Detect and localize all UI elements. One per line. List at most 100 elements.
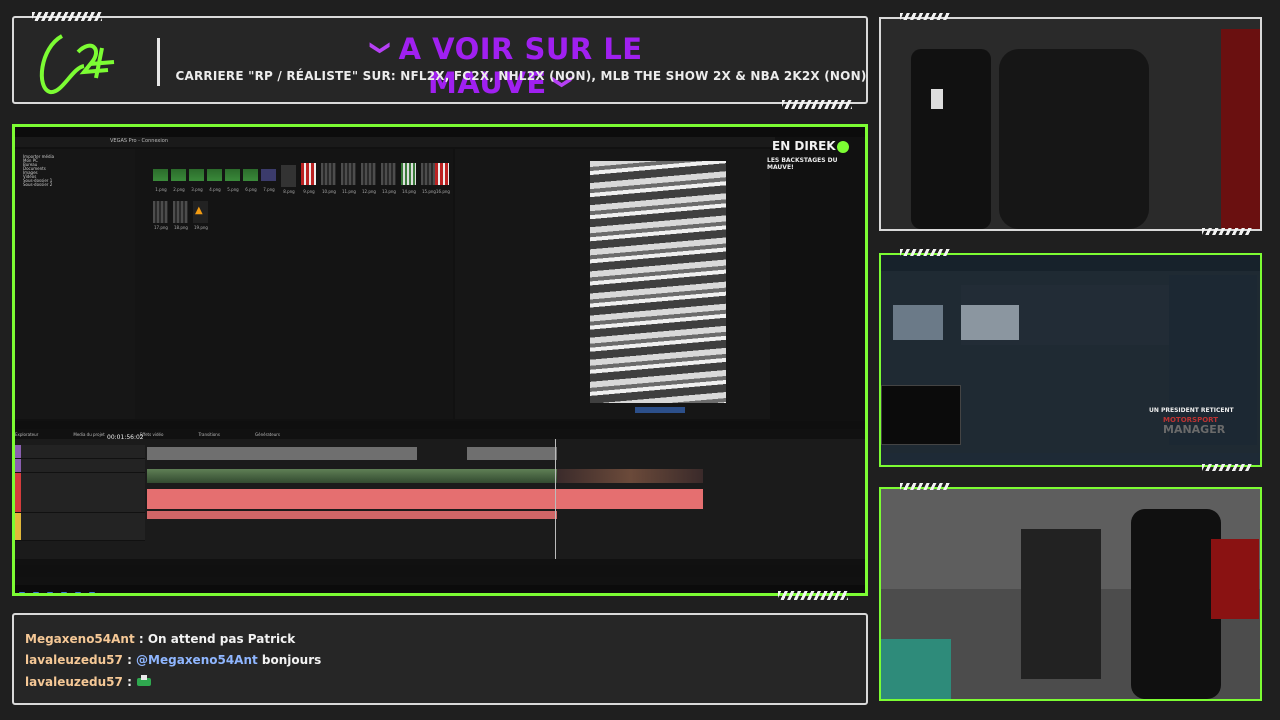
media-thumbnail[interactable] <box>261 169 276 181</box>
media-thumbnail[interactable] <box>381 163 396 185</box>
channel-logo <box>40 34 115 94</box>
stripes-decoration <box>1202 228 1252 235</box>
media-label: 16.png <box>436 189 450 194</box>
stripes-decoration <box>900 483 950 490</box>
media-thumbnail[interactable]: ▲ <box>193 201 208 223</box>
chat-username: lavaleuzedu57 <box>25 675 123 689</box>
tab-generators[interactable]: Générateurs <box>255 432 280 437</box>
media-thumbnail[interactable] <box>281 165 296 187</box>
chat-username: lavaleuzedu57 <box>25 653 123 667</box>
media-label: 19.png <box>194 225 208 230</box>
tab-project-media[interactable]: Media du projet <box>73 432 104 437</box>
video-clip[interactable] <box>557 469 703 483</box>
game-topbar <box>881 255 1260 271</box>
explorer-panel[interactable]: Importer média Mon PC Bureau Documents I… <box>15 149 135 419</box>
preview-controls[interactable] <box>635 407 685 413</box>
building-thumbnail <box>961 305 1019 340</box>
panel-tabs: Explorateur Media du projet Effets vidéo… <box>15 421 865 437</box>
taskbar-icon[interactable] <box>89 592 95 593</box>
media-label: 17.png <box>154 225 168 230</box>
media-thumbnail[interactable] <box>171 169 186 181</box>
audio-clip[interactable] <box>147 511 557 519</box>
taskbar-icon[interactable] <box>19 592 25 593</box>
track-header[interactable] <box>15 459 145 473</box>
webcam-chair <box>879 17 1262 231</box>
project-media-pool[interactable]: ▲ 1.png 2.png 3.png 4.png 5.png 6.png 7.… <box>135 149 453 419</box>
media-thumbnail[interactable] <box>225 169 240 181</box>
taskbar-icon[interactable] <box>47 592 53 593</box>
stripes-decoration <box>782 100 852 109</box>
media-thumbnail[interactable] <box>173 201 188 223</box>
track-header[interactable] <box>15 473 145 513</box>
chat-separator: : <box>122 653 137 667</box>
timeline-timecode: 00:01:56:02 <box>107 434 144 441</box>
live-subtitle: LES BACKSTAGES DU MAUVE! <box>767 157 838 171</box>
chat-separator: : <box>134 632 148 646</box>
media-label: 4.png <box>209 187 221 192</box>
timeline[interactable] <box>15 439 865 559</box>
stripes-decoration <box>900 13 950 20</box>
media-thumbnail[interactable] <box>301 163 316 185</box>
media-thumbnail[interactable] <box>361 163 376 185</box>
stream-title: ❯ A VOIR SUR LE MAUVE ❯ <box>344 32 664 100</box>
chair-shape <box>911 49 991 229</box>
tab-transitions[interactable]: Transitions <box>199 432 220 437</box>
media-thumbnail[interactable] <box>153 169 168 181</box>
taskbar-icon[interactable] <box>61 592 67 593</box>
media-thumbnail[interactable] <box>153 201 168 223</box>
media-thumbnail[interactable] <box>321 163 336 185</box>
game-caption: UN PRESIDENT RETICENT <box>1149 407 1234 414</box>
chat-message: Megaxeno54Ant : On attend pas Patrick <box>25 632 295 646</box>
live-badge: EN DIREK <box>772 139 836 153</box>
media-thumbnail[interactable] <box>189 169 204 181</box>
media-label: 8.png <box>283 189 295 194</box>
media-thumbnail[interactable] <box>341 163 356 185</box>
transport-controls[interactable] <box>15 565 865 577</box>
media-label: 18.png <box>174 225 188 230</box>
track-header[interactable] <box>15 445 145 459</box>
game-brand: MOTORSPORT MANAGER <box>1163 415 1225 435</box>
gaming-chair <box>1131 509 1221 699</box>
media-thumbnail[interactable] <box>435 163 449 185</box>
taskbar-icon[interactable] <box>33 592 39 593</box>
jersey-shape <box>1211 539 1259 619</box>
stream-header: ❯ A VOIR SUR LE MAUVE ❯ CARRIERE "RP / RÉA… <box>12 16 868 104</box>
media-label: 1.png <box>155 187 167 192</box>
track-header[interactable] <box>15 513 145 541</box>
game-capture: UN PRESIDENT RETICENT MOTORSPORT MANAGER <box>879 253 1262 467</box>
media-thumbnail[interactable] <box>421 163 436 185</box>
media-thumbnail[interactable] <box>243 169 258 181</box>
tree-item[interactable]: Sous-dossier 2 <box>15 183 135 187</box>
live-indicator-icon <box>837 141 849 153</box>
chair-detail <box>931 89 943 109</box>
video-clip[interactable] <box>147 447 417 460</box>
video-clip[interactable] <box>467 447 557 460</box>
playhead[interactable] <box>555 439 556 559</box>
media-label: 5.png <box>227 187 239 192</box>
screen-capture: Fichier Edition Affichage Insérer Outils… <box>12 124 868 596</box>
media-label: 12.png <box>362 189 376 194</box>
media-label: 11.png <box>342 189 356 194</box>
video-clip[interactable] <box>147 469 557 483</box>
logo-divider <box>157 38 160 86</box>
chat-message: lavaleuzedu57 : @Megaxeno54Ant bonjours <box>25 653 321 667</box>
stripes-decoration <box>900 249 950 256</box>
desk-shape <box>1021 529 1101 679</box>
blanket-shape <box>881 639 951 699</box>
jersey-shape <box>1221 29 1260 229</box>
media-label: 9.png <box>303 189 315 194</box>
chat-mention: @Megaxeno54Ant <box>136 653 258 667</box>
game-brand-line: MANAGER <box>1163 423 1226 436</box>
audio-clip[interactable] <box>147 489 703 509</box>
chat-text: On attend pas Patrick <box>147 632 296 646</box>
tab-explorer[interactable]: Explorateur <box>15 432 38 437</box>
media-label: 14.png <box>402 189 416 194</box>
video-preview-panel[interactable] <box>455 149 770 419</box>
media-thumbnail[interactable] <box>207 169 222 181</box>
stripes-decoration <box>1202 464 1252 471</box>
media-thumbnail[interactable] <box>401 163 416 185</box>
stripes-decoration <box>32 12 102 21</box>
chat-separator: : <box>122 675 137 689</box>
taskbar-icon[interactable] <box>75 592 81 593</box>
stripes-decoration <box>778 591 848 600</box>
